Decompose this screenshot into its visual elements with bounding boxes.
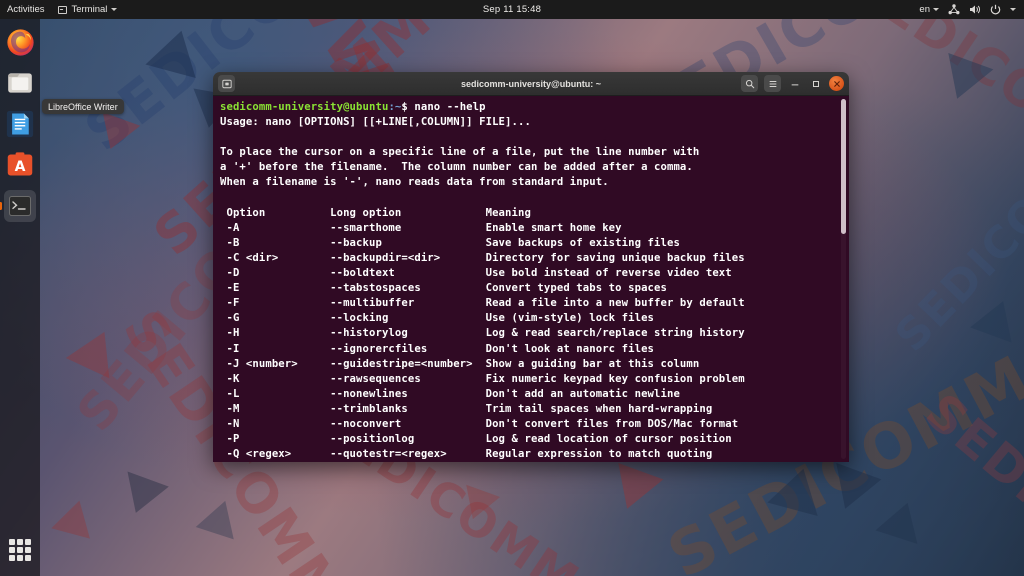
volume-icon[interactable] xyxy=(969,4,981,15)
desktop-screen: SEDICOMM WWW SEDICOMM SEDICOMM SEDICOMM … xyxy=(0,0,1024,576)
wallpaper-triangle xyxy=(455,484,501,526)
terminal-output-area[interactable]: sedicomm-university@ubuntu:~$ nano --hel… xyxy=(213,96,849,462)
wallpaper-triangle xyxy=(604,462,664,518)
app-menu-label: Terminal xyxy=(71,4,108,15)
app-menu-terminal[interactable]: Terminal xyxy=(58,4,118,15)
network-icon[interactable] xyxy=(948,4,960,15)
terminal-icon xyxy=(9,196,31,216)
grid-dot xyxy=(9,547,15,553)
wallpaper-watermark: SEDICOMM xyxy=(841,0,1024,184)
grid-dot xyxy=(9,539,15,545)
libreoffice-writer-icon xyxy=(6,110,34,138)
chevron-down-icon xyxy=(933,8,939,11)
search-icon[interactable] xyxy=(741,75,758,92)
grid-dot xyxy=(17,547,23,553)
wallpaper-triangle xyxy=(970,293,1024,343)
grid-dot xyxy=(17,555,23,561)
dock-item-files[interactable] xyxy=(4,67,36,99)
minimize-icon[interactable] xyxy=(787,76,802,91)
system-indicators: en xyxy=(919,4,1016,15)
maximize-icon[interactable] xyxy=(808,76,823,91)
hamburger-menu-icon[interactable] xyxy=(764,75,781,92)
window-controls xyxy=(741,75,844,92)
wallpaper-triangle xyxy=(195,494,245,540)
new-tab-icon[interactable] xyxy=(218,75,235,92)
wallpaper-triangle xyxy=(65,321,127,379)
wallpaper-triangle xyxy=(115,471,169,521)
keyboard-layout-indicator[interactable]: en xyxy=(919,4,939,15)
top-bar: Activities Terminal Sep 11 15:48 en xyxy=(0,0,1024,19)
grid-dot xyxy=(9,555,15,561)
dock-item-ubuntu-software[interactable]: A xyxy=(4,149,36,181)
dock-tooltip: LibreOffice Writer xyxy=(42,99,124,114)
dock-item-terminal[interactable] xyxy=(4,190,36,222)
wallpaper-triangle xyxy=(767,461,829,517)
dock: A xyxy=(0,19,40,576)
dock-item-firefox[interactable] xyxy=(4,26,36,58)
files-icon xyxy=(8,73,32,93)
wallpaper-triangle xyxy=(145,23,207,79)
clock[interactable]: Sep 11 15:48 xyxy=(0,4,1024,15)
grid-dot xyxy=(25,547,31,553)
wallpaper-triangle xyxy=(875,496,929,544)
terminal-scrollbar-thumb[interactable] xyxy=(841,99,846,234)
wallpaper-triangle xyxy=(822,462,882,518)
terminal-scrollbar[interactable] xyxy=(841,99,846,459)
show-applications-button[interactable] xyxy=(6,536,34,564)
wallpaper-triangle xyxy=(934,52,994,108)
grid-dot xyxy=(25,539,31,545)
activities-button[interactable]: Activities xyxy=(7,4,44,15)
grid-dot xyxy=(17,539,23,545)
grid-dot xyxy=(25,555,31,561)
power-icon[interactable] xyxy=(990,4,1001,15)
keyboard-layout-label: en xyxy=(919,4,930,15)
chevron-down-icon xyxy=(111,8,118,11)
terminal-icon xyxy=(58,5,68,14)
ubuntu-software-icon: A xyxy=(7,152,33,176)
terminal-window: sedicomm-university@ubuntu: ~ sedicomm-u… xyxy=(213,72,849,462)
svg-text:A: A xyxy=(15,159,26,175)
chevron-down-icon[interactable] xyxy=(1010,8,1016,11)
window-titlebar[interactable]: sedicomm-university@ubuntu: ~ xyxy=(213,72,849,96)
wallpaper-watermark: SEDICOMM xyxy=(914,382,1024,576)
wallpaper-triangle xyxy=(91,112,141,156)
wallpaper-triangle xyxy=(51,495,99,539)
wallpaper-watermark: SEDICOMM xyxy=(885,119,1024,362)
close-icon[interactable] xyxy=(829,76,844,91)
terminal-text: sedicomm-university@ubuntu:~$ nano --hel… xyxy=(220,101,745,461)
dock-item-libreoffice-writer[interactable] xyxy=(4,108,36,140)
firefox-icon xyxy=(6,28,34,56)
